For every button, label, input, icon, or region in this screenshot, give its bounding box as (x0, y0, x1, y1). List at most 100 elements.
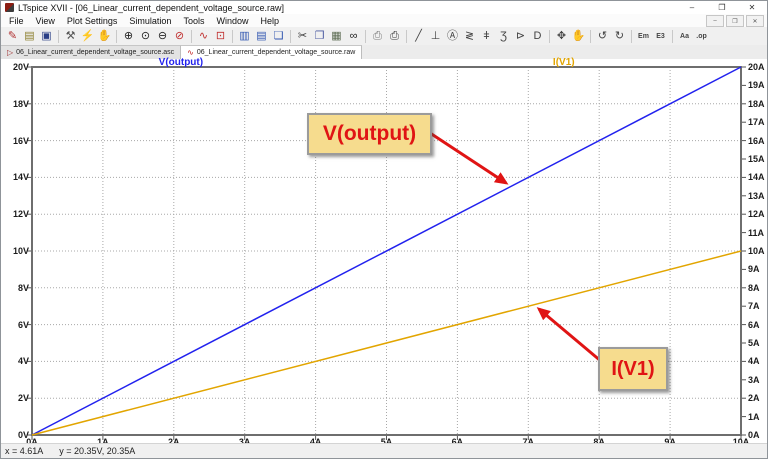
right-axis-tick-label: 3A (748, 374, 760, 385)
mirror-icon[interactable]: Em (635, 28, 652, 44)
mdi-restore-button[interactable]: ❐ (726, 15, 744, 27)
find-icon[interactable]: ∞ (345, 28, 362, 44)
inductor-icon[interactable]: Ʒ (495, 28, 512, 44)
right-axis-tick-label: 20A (748, 62, 765, 72)
app-icon (5, 3, 14, 12)
toolbar: ✎ ▤ ▣ ⚒ ⚡ ✋ ⊕ ⊙ ⊖ ⊘ ∿ ⊡ ▥ ▤ ❏ ✂ ❐ ▦ ∞ ⎙ ⎙ ╱ ⊥ Ⓐ ≷ ǂ Ʒ ⊳ D ✥ ✋ ↺ ↻ Em E3 Aa.… (1, 27, 767, 46)
undo-icon[interactable]: ↺ (594, 28, 611, 44)
tab-bar: ▷ 06_Linear_current_dependent_voltage_sou… (1, 45, 767, 60)
move-icon[interactable]: ✥ (553, 28, 570, 44)
net-label-icon[interactable]: Ⓐ (444, 28, 461, 44)
schematic-icon: ▷ (7, 47, 14, 57)
left-axis-tick-label: 2V (17, 393, 29, 404)
print-icon[interactable]: ⎙ (386, 28, 403, 44)
spice-directive-icon[interactable]: .op (693, 28, 710, 44)
print-preview-icon[interactable]: ⎙ (369, 28, 386, 44)
resistor-icon[interactable]: ≷ (461, 28, 478, 44)
menu-help[interactable]: Help (254, 16, 285, 26)
right-axis-tick-label: 9A (748, 264, 760, 275)
toolbar-separator (549, 29, 550, 43)
redo-icon[interactable]: ↻ (611, 28, 628, 44)
menu-view[interactable]: View (30, 16, 61, 26)
toolbar-separator (58, 29, 59, 43)
right-axis-tick-label: 13A (748, 190, 765, 201)
minimize-button[interactable]: – (677, 1, 707, 14)
annotation-arrow-iv1 (536, 307, 603, 364)
right-axis-tick-label: 11A (748, 227, 765, 238)
paste-icon[interactable]: ▦ (328, 28, 345, 44)
right-axis-tick-label: 6A (748, 319, 760, 330)
right-axis-tick-label: 4A (748, 356, 760, 367)
run-icon[interactable]: ⚡ (79, 28, 96, 44)
mdi-minimize-button[interactable]: – (706, 15, 724, 27)
draw-wire-icon[interactable]: ╱ (410, 28, 427, 44)
ground-icon[interactable]: ⊥ (427, 28, 444, 44)
tile-horizontally-icon[interactable]: ▤ (253, 28, 270, 44)
left-axis-tick-label: 12V (12, 209, 29, 220)
undo-zoom-icon[interactable]: ⊘ (171, 28, 188, 44)
close-button[interactable]: ✕ (737, 1, 767, 14)
menu-bar: File View Plot Settings Simulation Tools Wind… (1, 14, 767, 28)
tab-label: 06_Linear_current_dependent_voltage_sour… (196, 49, 356, 56)
component-icon[interactable]: D (529, 28, 546, 44)
zoom-in-icon[interactable]: ⊕ (120, 28, 137, 44)
trace-label-v-output[interactable]: V(output) (159, 58, 203, 68)
autorange-plot-icon[interactable]: ∿ (195, 28, 212, 44)
right-axis-tick-label: 18A (748, 98, 765, 109)
diode-icon[interactable]: ⊳ (512, 28, 529, 44)
mdi-close-button[interactable]: ✕ (746, 15, 764, 27)
tile-vertically-icon[interactable]: ▥ (236, 28, 253, 44)
title-bar: LTspice XVII - [06_Linear_current_depend… (1, 1, 767, 14)
right-axis-tick-label: 16A (748, 135, 765, 146)
plot-settings-icon[interactable]: ⊡ (212, 28, 229, 44)
right-axis-tick-label: 2A (748, 393, 760, 404)
right-axis-tick-label: 17A (748, 117, 765, 128)
cursor-x-readout: x = 4.61A (5, 446, 44, 456)
window-controls: – ❐ ✕ (677, 1, 767, 14)
halt-icon[interactable]: ✋ (96, 28, 113, 44)
zoom-out-icon[interactable]: ⊖ (154, 28, 171, 44)
left-axis-tick-label: 6V (17, 319, 29, 330)
waveform-icon: ∿ (187, 47, 194, 57)
restore-button[interactable]: ❐ (707, 1, 737, 14)
toolbar-separator (590, 29, 591, 43)
toolbar-separator (365, 29, 366, 43)
cascade-windows-icon[interactable]: ❏ (270, 28, 287, 44)
left-axis-tick-label: 18V (12, 98, 29, 109)
new-schematic-icon[interactable]: ✎ (4, 28, 21, 44)
drag-icon[interactable]: ✋ (570, 28, 587, 44)
left-axis-tick-label: 10V (12, 246, 29, 256)
right-axis-tick-label: 7A (748, 301, 760, 312)
rotate-icon[interactable]: E3 (652, 28, 669, 44)
tab-06-linear-current-dependent-voltage-source-asc[interactable]: ▷ 06_Linear_current_dependent_voltage_sou… (1, 45, 182, 59)
callout-voutput: V(output) (307, 113, 432, 155)
capacitor-icon[interactable]: ǂ (478, 28, 495, 44)
trace-label-i-v1[interactable]: I(V1) (553, 58, 575, 68)
left-axis-tick-label: 16V (12, 135, 29, 146)
cursor-y-readout: y = 20.35V, 20.35A (59, 446, 136, 456)
right-axis-tick-label: 12A (748, 209, 765, 220)
menu-tools[interactable]: Tools (177, 16, 210, 26)
save-icon[interactable]: ▣ (38, 28, 55, 44)
right-axis-tick-label: 8A (748, 282, 760, 293)
menu-window[interactable]: Window (210, 16, 254, 26)
open-file-icon[interactable]: ▤ (21, 28, 38, 44)
cut-icon[interactable]: ✂ (294, 28, 311, 44)
toolbar-separator (290, 29, 291, 43)
toolbar-separator (232, 29, 233, 43)
right-axis-tick-label: 10A (748, 246, 765, 256)
left-axis-tick-label: 20V (12, 62, 29, 72)
menu-simulation[interactable]: Simulation (123, 16, 177, 26)
right-axis-tick-label: 1A (748, 411, 760, 422)
menu-plot-settings[interactable]: Plot Settings (61, 16, 124, 26)
tab-06-linear-current-dependent-voltage-source-raw[interactable]: ∿ 06_Linear_current_dependent_voltage_sou… (181, 45, 363, 59)
callout-iv1: I(V1) (598, 347, 668, 391)
copy-icon[interactable]: ❐ (311, 28, 328, 44)
zoom-full-extents-icon[interactable]: ⊙ (137, 28, 154, 44)
toolbar-separator (191, 29, 192, 43)
control-panel-icon[interactable]: ⚒ (62, 28, 79, 44)
menu-file[interactable]: File (3, 16, 30, 26)
tab-label: 06_Linear_current_dependent_voltage_sour… (16, 49, 175, 56)
left-axis-tick-label: 4V (17, 356, 29, 367)
add-text-icon[interactable]: Aa (676, 28, 693, 44)
